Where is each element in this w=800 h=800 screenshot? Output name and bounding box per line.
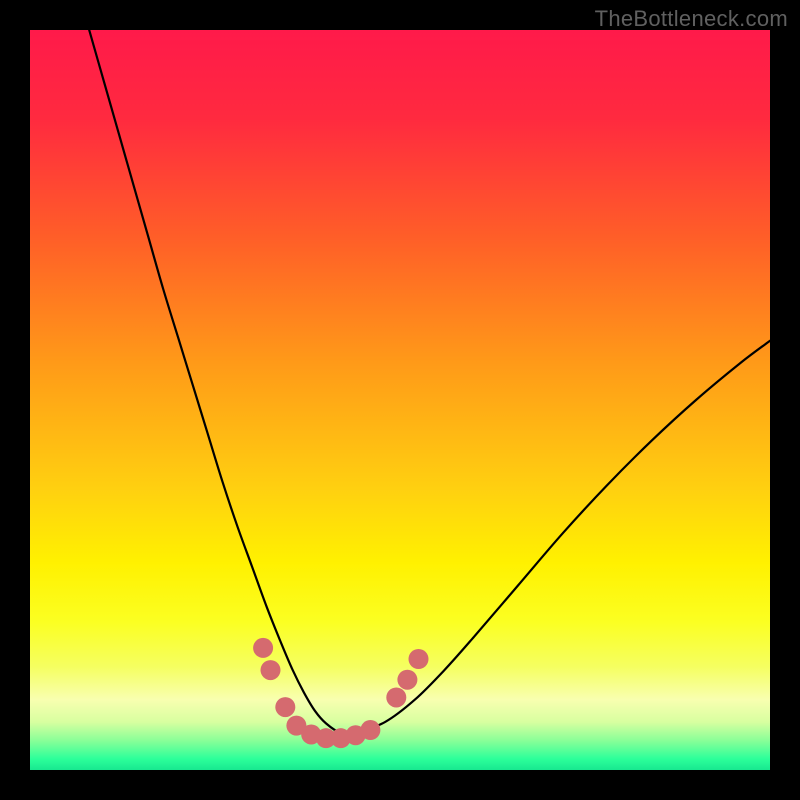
curve-marker-dot — [275, 697, 295, 717]
curve-marker-dot — [386, 687, 406, 707]
curve-marker-dot — [397, 670, 417, 690]
curve-marker-dot — [261, 660, 281, 680]
curve-marker-dot — [409, 649, 429, 669]
curve-marker-dot — [253, 638, 273, 658]
bottleneck-chart — [30, 30, 770, 770]
plot-background — [30, 30, 770, 770]
curve-marker-dot — [360, 720, 380, 740]
watermark-text: TheBottleneck.com — [595, 6, 788, 32]
chart-frame: TheBottleneck.com — [0, 0, 800, 800]
